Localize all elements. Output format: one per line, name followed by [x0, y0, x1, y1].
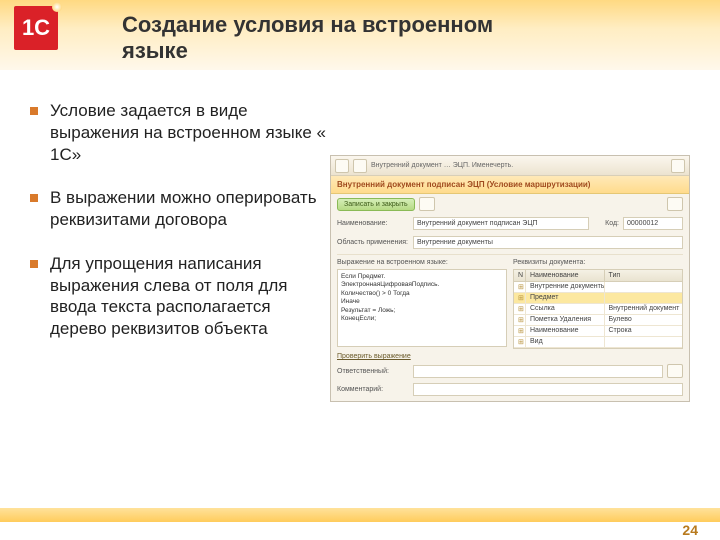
window-title: Внутренний документ подписан ЭЦП (Услови… [331, 176, 689, 194]
title-line1: Создание условия на встроенном [122, 12, 493, 37]
bullet-list: Условие задается в виде выражения на вст… [20, 80, 330, 402]
toolbar-caption: Внутренний документ … ЭЦП. Именечерть. [371, 162, 513, 169]
comment-input[interactable] [413, 383, 683, 396]
name-input[interactable]: Внутренний документ подписан ЭЦП [413, 217, 589, 230]
comment-label: Комментарий: [337, 386, 409, 393]
namespace-input[interactable]: Внутренние документы [413, 236, 683, 249]
logo: 1C [14, 6, 74, 66]
bullet-item: Для упрощения написания выражения слева … [20, 253, 330, 340]
requisites-header: Реквизиты документа: [513, 259, 683, 266]
table-row[interactable]: ⊞Внутренние документы [514, 282, 682, 293]
bullet-icon [30, 107, 38, 115]
requisites-table: N Наименование Тип ⊞Внутренние документы… [513, 269, 683, 349]
footer-accent [0, 508, 720, 522]
screenshot-1c-window: Внутренний документ … ЭЦП. Именечерть. В… [330, 155, 690, 402]
bullet-icon [30, 260, 38, 268]
table-row[interactable]: ⊞НаименованиеСтрока [514, 326, 682, 337]
bullet-item: В выражении можно оперировать реквизитам… [20, 187, 330, 231]
check-expression-link[interactable]: Проверить выражение [331, 349, 689, 362]
toolbar-button[interactable] [419, 197, 435, 211]
window-toolbar: Внутренний документ … ЭЦП. Именечерть. [331, 156, 689, 176]
responsible-label: Ответственный: [337, 368, 409, 375]
expression-header: Выражение на встроенном языке: [337, 259, 507, 266]
col-type: Тип [605, 270, 683, 281]
save-close-button[interactable]: Записать и закрыть [337, 198, 415, 211]
page-number: 24 [682, 522, 698, 538]
toolbar-icon[interactable] [353, 159, 367, 173]
table-row[interactable]: ⊞СсылкаВнутренний документ [514, 304, 682, 315]
col-n: N [514, 270, 526, 281]
bullet-icon [30, 194, 38, 202]
expression-textarea[interactable]: Если Предмет. ЭлектроннаяЦифроваяПодпись… [337, 269, 507, 347]
table-row[interactable]: ⊞Пометка УдаленияБулево [514, 315, 682, 326]
lookup-button[interactable] [667, 364, 683, 378]
toolbar-button[interactable] [667, 197, 683, 211]
code-label: Код: [597, 220, 619, 227]
table-row[interactable]: ⊞Предмет [514, 293, 682, 304]
namespace-label: Область применения: [337, 239, 409, 246]
name-label: Наименование: [337, 220, 409, 227]
slide-title: Создание условия на встроенном языке [122, 12, 493, 65]
logo-text: 1C [14, 6, 58, 50]
toolbar-icon[interactable] [335, 159, 349, 173]
bullet-item: Условие задается в виде выражения на вст… [20, 100, 330, 165]
col-name: Наименование [526, 270, 605, 281]
close-icon[interactable] [671, 159, 685, 173]
responsible-input[interactable] [413, 365, 663, 378]
table-row[interactable]: ⊞Вид [514, 337, 682, 348]
title-line2: языке [122, 38, 188, 63]
code-input[interactable]: 00000012 [623, 217, 683, 230]
